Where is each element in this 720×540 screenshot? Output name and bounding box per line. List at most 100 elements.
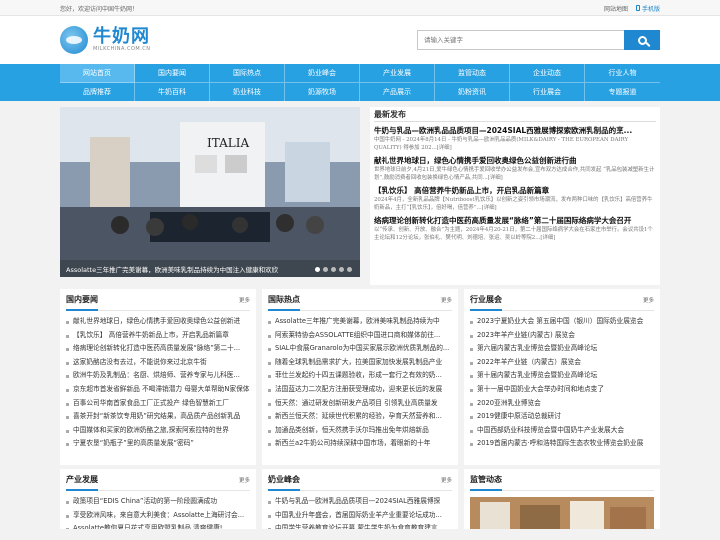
latest-news: 最新发布 牛奶与乳品—欧洲乳品品质项目—2024SIAL西雅展博探索欧洲乳制品的… — [370, 107, 660, 285]
list-item[interactable]: 2023年羊产业链(内蒙古) 展览会 — [470, 329, 654, 343]
phone-icon — [635, 5, 640, 11]
panel-header: 行业展会 更多 — [470, 289, 654, 311]
list-item[interactable]: 百事公司华南首家食品工厂正式投产 绿色智慧新工厂 — [66, 397, 250, 411]
slider-dot[interactable] — [347, 267, 352, 272]
panel-title: 行业展会 — [470, 289, 502, 311]
svg-text:ITALIA: ITALIA — [207, 136, 249, 150]
list-item[interactable]: 献礼世界地球日，绿色心情携手爱回收奥绿色公益创新进 — [66, 315, 250, 329]
more-link[interactable]: 更多 — [239, 476, 250, 484]
list-item[interactable]: 新西兰恒天然：延续世代积累的经验，孕育天然营养和... — [268, 410, 452, 424]
site-logo[interactable]: 牛奶网 MILKCHINA.COM.CN — [60, 26, 151, 54]
more-link[interactable]: 更多 — [441, 476, 452, 484]
list-item[interactable]: 欧洲牛奶及乳制品：名厨、烘焙师、营养专家与儿科医... — [66, 369, 250, 383]
nav-item[interactable]: 国内要闻 — [135, 64, 210, 83]
panel-image[interactable] — [470, 497, 654, 529]
list-item[interactable]: 这家奶酪店没有去过，不能说你来过北京牛街 — [66, 356, 250, 370]
latest-news-item[interactable]: 献礼世界地球日，绿色心情携手爱回收奥绿色公益创新进行曲 世界地球日前夕,4月21日… — [374, 156, 656, 182]
list-item[interactable]: Assolatte教你夏日花式享用欧盟乳制品,清爽健康! — [66, 522, 250, 529]
greeting-text: 您好，欢迎访问中国牛奶网！ — [60, 5, 139, 13]
nav-item[interactable]: 奶业峰会 — [285, 64, 360, 83]
list-item[interactable]: 第六届内蒙古乳业博览会暨奶业高峰论坛 — [470, 342, 654, 356]
list-item[interactable]: 享受欧洲风味，来自意大利美食：Assolatte上海研讨会... — [66, 509, 250, 523]
list-item[interactable]: Assolatte三年推广完美谢幕，欧洲美味乳制品持续为中 — [268, 315, 452, 329]
site-header: 牛奶网 MILKCHINA.COM.CN — [0, 16, 720, 64]
list-item[interactable]: 新西兰a2牛奶公司持续深耕中国市场，着眼新的十年 — [268, 437, 452, 451]
slider-dot[interactable] — [331, 267, 336, 272]
news-panel: 产业发展 更多 政策项目“EDIS China”活动的第一阶段圆满成功 享受欧洲风味，… — [60, 469, 256, 529]
list-item[interactable]: 宁夏农垦“奶瓶子”里的高质量发展“密码” — [66, 437, 250, 451]
panel-title: 国内要闻 — [66, 289, 98, 311]
news-panel: 奶业峰会 更多牛奶与乳品—欧洲乳品品质项目—2024SIAL西雅展博探 中国乳业升年… — [262, 469, 458, 529]
nav-item[interactable]: 奶源牧场 — [285, 82, 360, 101]
slider-dot[interactable] — [339, 267, 344, 272]
list-item[interactable]: 中国媒体和买家的欧洲奶酪之旅,探索阿索拉特的世界 — [66, 424, 250, 438]
slider-dot[interactable] — [323, 267, 328, 272]
latest-news-desc: 以“传承、创新、开放、融合”为主题，2024年4月20-21日，第二十届国际络病… — [374, 227, 653, 241]
latest-news-desc: 世界地球日前夕,4月21日,爱牛绿色心情携手爱回收举办公益发布会,宣布双方达成合… — [374, 167, 655, 181]
panel-title: 国际热点 — [268, 289, 300, 311]
latest-news-title[interactable]: 牛奶与乳品—欧洲乳品品质项目—2024SIAL西雅展博探索欧洲乳制品的烹... — [374, 126, 656, 136]
nav-item[interactable]: 产品展示 — [360, 82, 435, 101]
panel-header: 奶业峰会 更多 — [268, 469, 452, 491]
nav-item[interactable]: 品牌推荐 — [60, 82, 135, 101]
list-item[interactable]: 中国西部奶业科技博览会暨中国奶牛产业发展大会 — [470, 424, 654, 438]
latest-news-title[interactable]: 【乳饮乐】 高倍营养牛奶新品上市，开启乳品新篇章 — [374, 186, 656, 196]
news-panel: 国际热点 更多 Assolatte三年推广完美谢幕，欧洲美味乳制品持续为中 阿索莱特协… — [262, 289, 458, 465]
list-item[interactable]: 京东超市首发省鲜新品 不喝滞销潜力 母婴大单帮助N家保体 — [66, 383, 250, 397]
latest-news-title[interactable]: 献礼世界地球日，绿色心情携手爱回收奥绿色公益创新进行曲 — [374, 156, 656, 166]
more-link[interactable]: 更多 — [239, 296, 250, 304]
list-item[interactable]: 2023宁夏奶业大会 第五届中国（银川）国际奶业展览会 — [470, 315, 654, 329]
list-item[interactable]: 2019健康中原活动总裁研讨 — [470, 410, 654, 424]
list-item[interactable]: 随着全球乳制品需求扩大，拉美国家加快发展乳制品产业 — [268, 356, 452, 370]
nav-item[interactable]: 奶业科技 — [210, 82, 285, 101]
more-link[interactable]: 更多 — [643, 296, 654, 304]
milk-logo-icon — [60, 26, 88, 54]
list-item[interactable]: 阿索莱特协会ASSOLATTE组织中国进口商和媒体前往... — [268, 329, 452, 343]
latest-news-item[interactable]: 络病理论创新转化打造中医药高质量发展“脉络”第二十届国际络病学大会召开 以“传承、… — [374, 216, 656, 242]
search-button[interactable] — [624, 30, 660, 50]
search-input[interactable] — [417, 30, 624, 50]
sitemap-link[interactable]: 网站地图 — [604, 4, 628, 13]
list-item[interactable]: 第十一届中国奶业大会举办时间和地点变了 — [470, 383, 654, 397]
list-item[interactable]: 2020亚洲乳业博览会 — [470, 397, 654, 411]
list-item[interactable]: 2022年羊产业链（内蒙古）展览会 — [470, 356, 654, 370]
nav-item[interactable]: 国际热点 — [210, 64, 285, 83]
list-item[interactable]: 2019首届内蒙古·呼和浩特国际生态农牧业博览会奶业展 — [470, 437, 654, 451]
brand-domain: MILKCHINA.COM.CN — [93, 46, 151, 52]
nav-item[interactable]: 产业发展 — [360, 64, 435, 83]
list-item[interactable]: 恒天然：通过研发创新研发产品项目 引领乳业高质量发 — [268, 397, 452, 411]
latest-news-item[interactable]: 牛奶与乳品—欧洲乳品品质项目—2024SIAL西雅展博探索欧洲乳制品的烹... 中… — [374, 126, 656, 152]
brand-name: 牛奶网 — [93, 26, 150, 47]
latest-news-item[interactable]: 【乳饮乐】 高倍营养牛奶新品上市，开启乳品新篇章 2024年4月，全新乳品品牌【N… — [374, 186, 656, 212]
slider-dots — [315, 267, 352, 272]
nav-item[interactable]: 奶粉资讯 — [435, 82, 510, 101]
list-item[interactable]: 加通品类创新，恒天然携手沃尔玛推出免年烘焙新品 — [268, 424, 452, 438]
nav-item[interactable]: 网站首页 — [60, 64, 135, 83]
list-item[interactable]: 法国蓝达力二次配方注册获受理成功，迎来更长远的发展 — [268, 383, 452, 397]
nav-item[interactable]: 牛奶百科 — [135, 82, 210, 101]
list-item[interactable]: 中国乳业升年盛会，首届国际奶业羊产业重要论坛成功... — [268, 509, 452, 523]
list-item[interactable]: SIAL中食展Granarolo为中国买家展示欧洲优质乳制品的... — [268, 342, 452, 356]
list-item[interactable]: 牛奶与乳品—欧洲乳品品质项目—2024SIAL西雅展博探 — [268, 495, 452, 509]
mobile-link[interactable]: 手机版 — [635, 4, 660, 13]
list-item[interactable]: 中国学生营养教育论坛开幕 蒙牛学生奶为食育教育建言... — [268, 522, 452, 529]
latest-news-desc: 中国牛奶网 - 2024年8月14日 - 牛奶与乳品—欧洲乳品品质(MILK&D… — [374, 137, 629, 151]
list-item[interactable]: 第十届内蒙古乳业博览会暨奶业高峰论坛 — [470, 369, 654, 383]
nav-item[interactable]: 专题报道 — [585, 83, 660, 102]
nav-item[interactable]: 行业人物 — [585, 64, 660, 83]
more-link[interactable]: 更多 — [441, 296, 452, 304]
slider-dot[interactable] — [315, 267, 320, 272]
nav-item[interactable]: 监管动态 — [435, 64, 510, 83]
list-item[interactable]: 喜茶开封“新茶饮专用奶”研究结果，高品质产品创新乳品 — [66, 410, 250, 424]
panel-header: 国际热点 更多 — [268, 289, 452, 311]
list-item[interactable]: 政策项目“EDIS China”活动的第一阶段圆满成功 — [66, 495, 250, 509]
list-item[interactable]: 【乳饮乐】 高倍营养牛奶新品上市，开启乳品新篇章 — [66, 329, 250, 343]
hero-slider[interactable]: ITALIA Assolatte三年推广完美谢幕，欧洲美味乳制品持续为中国注入健… — [60, 107, 360, 277]
latest-news-title[interactable]: 络病理论创新转化打造中医药高质量发展“脉络”第二十届国际络病学大会召开 — [374, 216, 656, 226]
top-bar: 您好，欢迎访问中国牛奶网！ 网站地图 手机版 — [0, 0, 720, 16]
list-item[interactable]: 菲仕兰发起约十四五课题验收，形成一套行之有效的奶... — [268, 369, 452, 383]
latest-news-desc: 2024年4月，全新乳品品牌【Nutriboost乳饮乐】以创新之姿引领市场潮流… — [374, 197, 653, 211]
list-item[interactable]: 络病理论创新转化打造中医药高质量发展“脉络”第二十... — [66, 342, 250, 356]
nav-item[interactable]: 行业展会 — [510, 82, 585, 101]
nav-item[interactable]: 企业动态 — [510, 64, 585, 83]
